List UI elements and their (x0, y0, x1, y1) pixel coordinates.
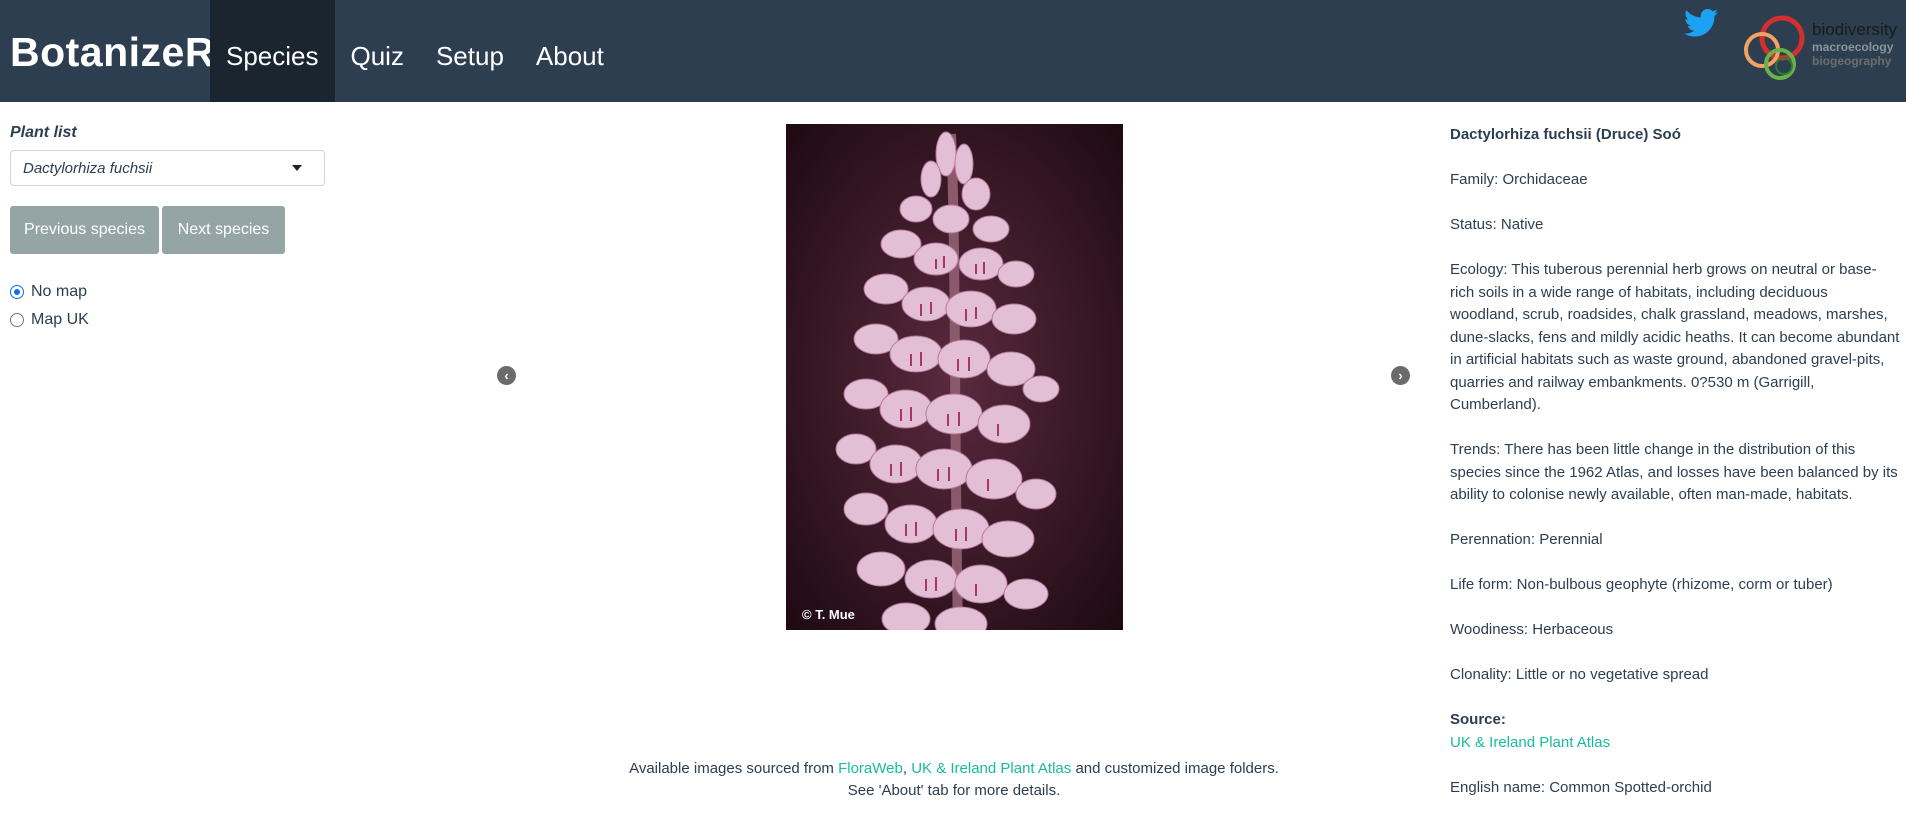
source-label: Source: (1450, 711, 1506, 728)
biodiversity-logo[interactable]: biodiversity macroecology biogeography (1736, 8, 1901, 88)
next-species-button[interactable]: Next species (162, 206, 285, 254)
plant-list-label: Plant list (10, 124, 77, 141)
caption-sep: , (902, 760, 912, 777)
species-family: Family: Orchidaceae (1450, 171, 1588, 188)
image-source-caption: Available images sourced from FloraWeb, … (540, 758, 1368, 802)
species-english-name: English name: Common Spotted-orchid (1450, 778, 1712, 796)
species-clonality: Clonality: Little or no vegetative sprea… (1450, 666, 1709, 683)
carousel-next-icon[interactable]: › (1391, 366, 1410, 385)
floraweb-link[interactable]: FloraWeb (838, 760, 903, 777)
species-name: Dactylorhiza fuchsii (Druce) Soó (1450, 126, 1681, 143)
radio-map-uk-button[interactable] (10, 313, 24, 327)
tab-species[interactable]: Species (210, 0, 335, 102)
nav-tabs: Species Quiz Setup About (210, 0, 620, 102)
tab-quiz[interactable]: Quiz (335, 0, 420, 102)
species-photo: © T. Mue (786, 124, 1123, 630)
logo-text-macroecology: macroecology (1812, 40, 1894, 54)
radio-no-map-label: No map (31, 283, 88, 300)
species-source: Source: UK & Ireland Plant Atlas (1450, 709, 1900, 754)
twitter-icon[interactable] (1684, 8, 1718, 38)
radio-no-map-button[interactable] (10, 285, 24, 299)
orchid-image (786, 124, 1123, 630)
species-trends: Trends: There has been little change in … (1450, 441, 1898, 503)
navbar: BotanizeR Species Quiz Setup About biodi… (0, 0, 1906, 102)
species-perennation: Perennation: Perennial (1450, 531, 1603, 548)
plant-atlas-link[interactable]: UK & Ireland Plant Atlas (911, 760, 1071, 777)
source-link[interactable]: UK & Ireland Plant Atlas (1450, 734, 1610, 751)
caption-prefix: Available images sourced from (629, 760, 839, 777)
radio-no-map[interactable]: No map (10, 278, 330, 306)
species-woodiness: Woodiness: Herbaceous (1450, 621, 1614, 638)
logo-text-biodiversity: biodiversity (1812, 20, 1898, 39)
caption-suffix: and customized image folders. (1071, 760, 1279, 777)
radio-map-uk[interactable]: Map UK (10, 306, 330, 334)
tab-about[interactable]: About (520, 0, 620, 102)
selected-species-value: Dactylorhiza fuchsii (23, 159, 153, 177)
logo-text-biogeography: biogeography (1812, 54, 1892, 68)
species-info-panel: Dactylorhiza fuchsii (Druce) Soó Family:… (1450, 124, 1900, 822)
caption-line2: See 'About' tab for more details. (847, 782, 1061, 799)
photo-copyright: © T. Mue (802, 607, 855, 622)
radio-map-uk-label: Map UK (31, 311, 89, 328)
map-radio-group: No map Map UK (10, 278, 330, 334)
tab-setup[interactable]: Setup (420, 0, 520, 102)
species-nav-buttons: Previous species Next species (10, 206, 330, 254)
chevron-down-icon (292, 165, 302, 171)
plant-list-select[interactable]: Dactylorhiza fuchsii (10, 150, 325, 186)
brand-title[interactable]: BotanizeR (10, 0, 215, 102)
species-ecology: Ecology: This tuberous perennial herb gr… (1450, 261, 1900, 413)
species-status: Status: Native (1450, 216, 1544, 233)
carousel-prev-icon[interactable]: ‹ (497, 366, 516, 385)
logo-rings-icon (1744, 15, 1805, 80)
species-life-form: Life form: Non-bulbous geophyte (rhizome… (1450, 576, 1833, 593)
previous-species-button[interactable]: Previous species (10, 206, 159, 254)
sidebar: Plant list Dactylorhiza fuchsii Previous… (10, 124, 330, 334)
